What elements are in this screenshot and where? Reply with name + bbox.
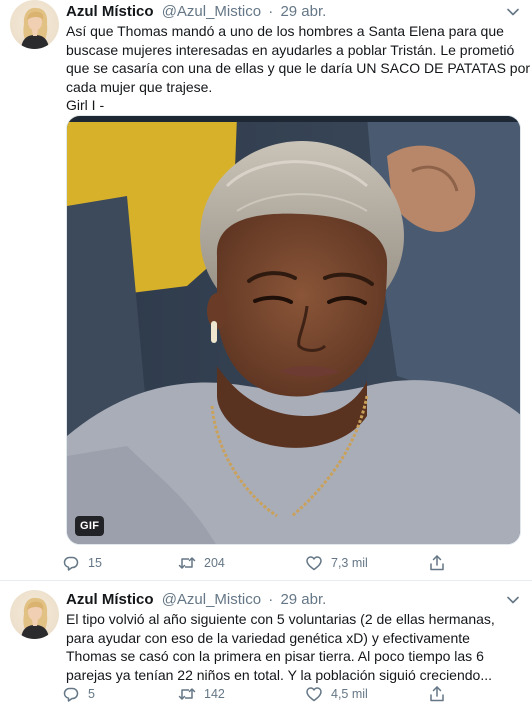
heart-icon <box>306 687 322 702</box>
timestamp[interactable]: 29 abr. <box>280 3 326 20</box>
separator: · <box>268 3 274 20</box>
tweet-header: Azul Místico @Azul_Mistico · 29 abr. <box>66 590 506 610</box>
tweet-actions: 5 142 4,5 mil <box>62 684 462 704</box>
share-button[interactable] <box>428 553 446 573</box>
tweet[interactable]: Azul Místico @Azul_Mistico · 29 abr. Así… <box>0 0 532 580</box>
like-button[interactable]: 7,3 mil <box>305 553 368 573</box>
tweet-text: El tipo volvió al año siguiente con 5 vo… <box>66 610 524 684</box>
reply-button[interactable]: 15 <box>62 553 102 573</box>
reply-count: 15 <box>88 556 102 570</box>
tweet[interactable]: Azul Místico @Azul_Mistico · 29 abr. El … <box>0 581 532 708</box>
tweet-text: Así que Thomas mandó a uno de los hombre… <box>66 22 531 115</box>
share-icon <box>430 555 444 571</box>
tweet-text-line: Thomas se casó con la primera en pisar t… <box>66 648 484 665</box>
heart-icon <box>306 556 322 571</box>
author-name[interactable]: Azul Místico <box>66 3 154 20</box>
reply-icon <box>63 687 79 702</box>
tweet-header: Azul Místico @Azul_Mistico · 29 abr. <box>66 2 506 22</box>
retweet-icon <box>178 688 196 700</box>
avatar[interactable] <box>10 0 59 49</box>
tweet-text-line: Girl I - <box>66 97 105 114</box>
share-icon <box>430 686 444 702</box>
tweet-text-line: para ayudar con eso de la variedad genét… <box>66 629 470 646</box>
avatar[interactable] <box>10 590 59 639</box>
tweet-text-line: Así que Thomas mandó a uno de los hombre… <box>66 23 504 39</box>
reply-count: 5 <box>88 687 95 701</box>
like-count: 4,5 mil <box>331 687 368 701</box>
retweet-icon <box>178 557 196 569</box>
timestamp[interactable]: 29 abr. <box>280 591 326 608</box>
tweet-actions: 15 204 7,3 mil <box>62 553 462 573</box>
tweet-text-line: El tipo volvió al año siguiente con 5 vo… <box>66 611 495 627</box>
chevron-down-icon[interactable] <box>506 6 520 18</box>
tweet-text-line: que se casaría con una de ellas y que le… <box>66 60 531 77</box>
retweet-count: 142 <box>204 687 225 701</box>
author-handle[interactable]: @Azul_Mistico <box>162 3 261 20</box>
author-name[interactable]: Azul Místico <box>66 591 154 608</box>
reply-icon <box>63 556 79 571</box>
separator: · <box>268 591 274 608</box>
chevron-down-icon[interactable] <box>506 594 520 606</box>
like-count: 7,3 mil <box>331 556 368 570</box>
share-button[interactable] <box>428 684 446 704</box>
author-handle[interactable]: @Azul_Mistico <box>162 591 261 608</box>
gif-image <box>67 116 520 544</box>
retweet-button[interactable]: 204 <box>178 553 225 573</box>
gif-media[interactable]: GIF <box>66 115 521 545</box>
reply-button[interactable]: 5 <box>62 684 95 704</box>
tweet-text-line: cada mujer que trajese. <box>66 78 213 95</box>
retweet-button[interactable]: 142 <box>178 684 225 704</box>
tweet-text-line: parejas ya tenían 22 niños en total. Y l… <box>66 666 492 683</box>
gif-badge: GIF <box>75 516 105 536</box>
like-button[interactable]: 4,5 mil <box>305 684 368 704</box>
retweet-count: 204 <box>204 556 225 570</box>
tweet-text-line: buscase mujeres interesadas en ayudarles… <box>66 41 515 58</box>
